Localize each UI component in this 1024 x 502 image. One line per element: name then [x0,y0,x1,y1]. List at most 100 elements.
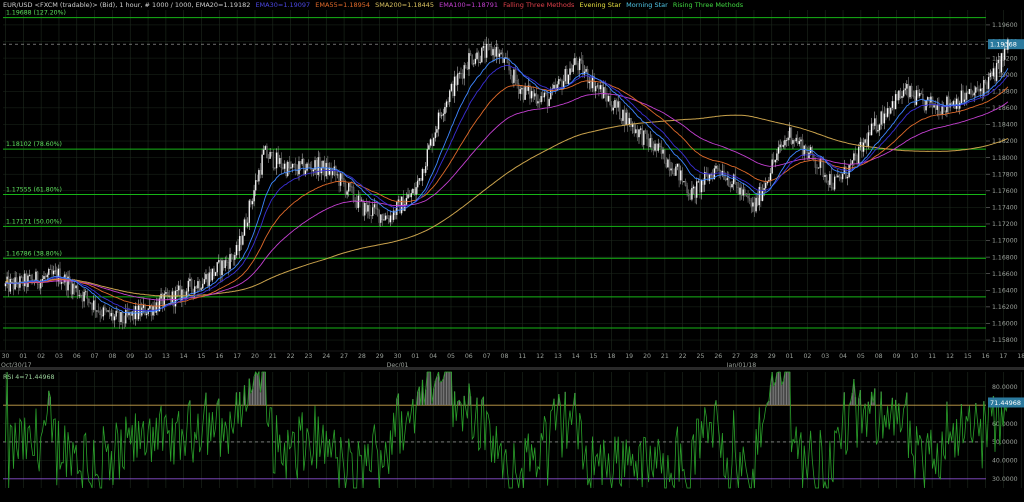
candle-body [500,52,502,54]
candle-body [429,139,432,146]
candle-body [729,186,732,188]
candle-body [944,111,947,113]
candle-body [519,89,522,94]
candle-body [317,157,319,176]
candle-body [9,279,12,292]
candle-body [22,276,24,287]
candle-body [312,169,315,172]
candle-body [229,254,231,269]
candle-body [965,92,967,100]
candle-body [465,65,467,68]
candle-body [452,84,454,97]
candle-body [489,44,491,47]
candle-body [728,177,730,187]
candle-body [548,99,550,107]
candle-body [715,165,717,169]
candle-body [118,312,121,323]
sma200-label: SMA200=1.18445 [375,1,435,9]
candle-body [473,63,475,65]
candle-body [885,113,887,117]
candle-body [787,137,789,141]
candle-body [81,295,84,302]
x-axis-label: 11 [928,353,936,360]
candle-body [898,90,900,101]
candle-body [931,96,934,108]
candle-body [80,294,82,296]
candle-body [453,76,456,97]
chart-header: EUR/USD <FXCM (tradable)> (Bid), 1 hour,… [3,1,746,9]
candle-body [997,59,999,64]
candle-body [288,161,291,169]
candle-body [575,58,578,64]
candle-body [769,173,772,181]
candle-body [668,159,671,171]
candle-body [914,96,916,105]
candle-body [978,89,980,92]
candle-body [251,201,254,205]
x-axis-label: 18 [1017,353,1024,360]
candle-body [960,90,963,104]
candle-body [370,215,372,217]
candle-body [984,80,987,83]
candle-body [65,274,68,291]
candle-body [481,47,483,63]
candle-body [620,118,623,121]
candle-body [537,101,539,104]
candle-body [219,260,222,276]
candle-body [660,146,663,154]
candle-body [304,170,307,175]
fib-label: 1.17555 (61.80%) [6,187,62,194]
candle-body [545,92,547,94]
candle-body [232,257,234,260]
candle-body [854,153,857,156]
candle-body [692,186,695,189]
candle-body [724,179,727,181]
x-axis-label: 13 [554,353,562,360]
candle-body [869,132,871,136]
candle-body [822,161,825,178]
candle-body [133,311,135,320]
candle-body [582,60,584,75]
candle-body [51,269,53,275]
candle-body [274,167,276,169]
candle-body [447,101,449,103]
candle-body [271,151,273,153]
candle-body [189,278,191,282]
candle-body [740,187,743,196]
candle-body [94,300,97,312]
candle-body [75,285,77,289]
x-axis-label: 01 [786,353,794,360]
candle-body [590,81,592,89]
candle-body [623,109,626,126]
candle-body [445,101,448,108]
candle-body [708,174,711,181]
x-axis-label: 08 [501,353,509,360]
candle-body [641,128,643,145]
candle-body [243,219,246,236]
candle-body [495,46,497,57]
candle-body [214,272,217,276]
candle-body [263,149,265,155]
candle-body [599,85,602,90]
candle-body [899,90,902,98]
candle-body [684,181,687,186]
candle-body [739,187,741,195]
price-axis-label: 1.17600 [992,188,1018,195]
candle-body [86,291,88,299]
candle-body [73,283,76,289]
candle-body [248,200,250,223]
candle-body [153,306,156,313]
candle-body [378,209,380,223]
candle-body [391,215,393,220]
candle-body [870,123,873,136]
candle-body [926,97,929,101]
candle-body [285,163,287,177]
candle-body [872,123,874,126]
candle-body [976,87,979,90]
candle-body [93,300,95,310]
candle-body [291,163,294,168]
candle-body [625,112,627,126]
candle-body [386,215,388,219]
candle-body [266,146,268,158]
candle-body [851,160,854,164]
